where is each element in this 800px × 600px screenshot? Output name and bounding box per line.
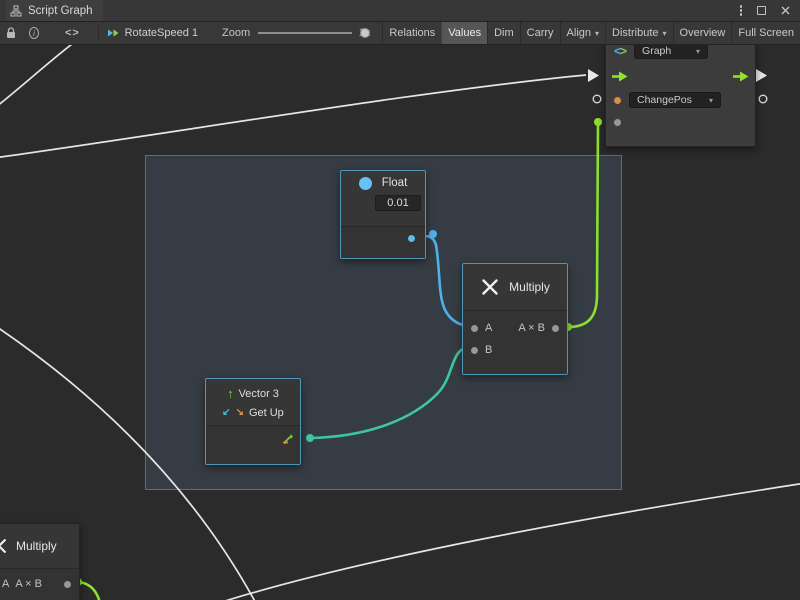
changepos-dropdown[interactable]: ChangePos ▾ (629, 92, 721, 108)
vector3-output-port[interactable] (281, 433, 294, 446)
toolbar-button-values[interactable]: Values (441, 22, 487, 44)
toolbar-button-fullscreen[interactable]: Full Screen (731, 22, 800, 44)
float-title: Float (382, 177, 408, 189)
node-multiply[interactable]: Multiply A A × B B (462, 263, 568, 375)
changepos-input-port[interactable] (614, 97, 621, 104)
multiply-partial-output-port[interactable] (64, 581, 71, 588)
multiply-icon (480, 277, 500, 297)
window-title: Script Graph (28, 5, 93, 17)
multiply-partial-title: Multiply (16, 539, 57, 553)
script-graph-window: Script Graph i <> RotateSpeed 1 (0, 0, 800, 600)
wire-white-to-event-node (0, 75, 586, 158)
node-changepos-event[interactable]: <> Graph ▾ Change (605, 45, 756, 147)
vector3-action-label: Get Up (249, 407, 284, 419)
vector3-type-label: Vector 3 (239, 388, 279, 400)
visual-scripting-icon: <> (614, 45, 627, 57)
window-menu-icon[interactable] (740, 4, 743, 18)
multiply-input-b-label: B (485, 344, 492, 356)
multiply-input-a-port[interactable] (471, 325, 478, 332)
wire-white-bottom (206, 483, 800, 600)
vector3-up-icon: ↑ (227, 387, 234, 400)
multiply-output-label: A × B (518, 322, 545, 334)
get-arrow-se-icon: ↘ (236, 408, 244, 418)
maximize-icon[interactable] (757, 6, 766, 15)
flow-out-arrow-icon[interactable] (733, 71, 749, 82)
chevron-down-icon: ▾ (696, 47, 700, 56)
script-graph-icon (10, 5, 22, 17)
value-port-circle-right[interactable] (759, 95, 767, 103)
chevron-down-icon: ▾ (663, 29, 667, 38)
graph-canvas[interactable]: Float 0.01 Multiply A (0, 45, 800, 600)
zoom-label: Zoom (222, 27, 250, 39)
toolbar-button-overview[interactable]: Overview (673, 22, 732, 44)
wire-multiply-partial-out (78, 582, 100, 600)
graph-dropdown[interactable]: Graph ▾ (634, 45, 708, 59)
get-arrow-sw-icon: ↙ (222, 408, 230, 418)
close-icon[interactable] (781, 6, 790, 15)
zoom-slider[interactable] (258, 22, 352, 45)
chevron-down-icon: ▾ (595, 29, 599, 38)
flow-in-arrow-icon[interactable] (612, 71, 628, 82)
toolbar-button-distribute[interactable]: Distribute ▾ (605, 22, 672, 44)
code-view-button[interactable]: <> (55, 22, 90, 44)
multiply-input-a-label: A (485, 322, 492, 334)
toolbar-separator (98, 26, 99, 41)
multiply-partial-output-label: A × B (15, 578, 42, 590)
lock-icon[interactable] (6, 27, 16, 39)
toolbar-button-relations[interactable]: Relations (382, 22, 441, 44)
multiply-output-port[interactable] (552, 325, 559, 332)
float-type-icon (359, 177, 372, 190)
toolbar-button-carry[interactable]: Carry (520, 22, 560, 44)
value-port-circle-left[interactable] (593, 95, 601, 103)
float-output-port[interactable] (408, 235, 415, 242)
zoom-slider-track (258, 32, 352, 34)
multiply-input-b-port[interactable] (471, 347, 478, 354)
event-value-port[interactable] (614, 119, 621, 126)
toolbar-button-align[interactable]: Align ▾ (560, 22, 605, 44)
chevron-down-icon: ▾ (709, 96, 713, 105)
info-icon[interactable]: i (29, 27, 39, 39)
toolbar-button-dim[interactable]: Dim (487, 22, 520, 44)
tab-script-graph[interactable]: Script Graph (6, 0, 103, 21)
window-titlebar: Script Graph (0, 0, 800, 22)
node-vector3-get-up[interactable]: ↑ Vector 3 ↙ ↘ Get Up (205, 378, 301, 465)
graph-asset-icon (107, 27, 120, 39)
flow-in-triangle-icon[interactable] (588, 69, 599, 82)
multiply-partial-input-a-label: A (2, 578, 9, 590)
float-value-field[interactable]: 0.01 (375, 195, 421, 211)
node-multiply-partial[interactable]: Multiply A A × B (0, 523, 80, 600)
graph-toolbar: i <> RotateSpeed 1 Zoom 1x Relations Val… (0, 22, 800, 45)
toolbar-button-group: Relations Values Dim Carry Align ▾ Distr… (382, 22, 800, 44)
wire-green-end (594, 118, 602, 126)
graph-asset-name: RotateSpeed 1 (125, 27, 198, 39)
multiply-title: Multiply (509, 280, 550, 294)
multiply-icon (0, 537, 8, 555)
node-float[interactable]: Float 0.01 (340, 170, 426, 259)
graph-asset-chip[interactable]: RotateSpeed 1 (107, 27, 198, 39)
flow-out-triangle-icon[interactable] (756, 69, 767, 82)
wire-white-topleft (0, 45, 76, 107)
